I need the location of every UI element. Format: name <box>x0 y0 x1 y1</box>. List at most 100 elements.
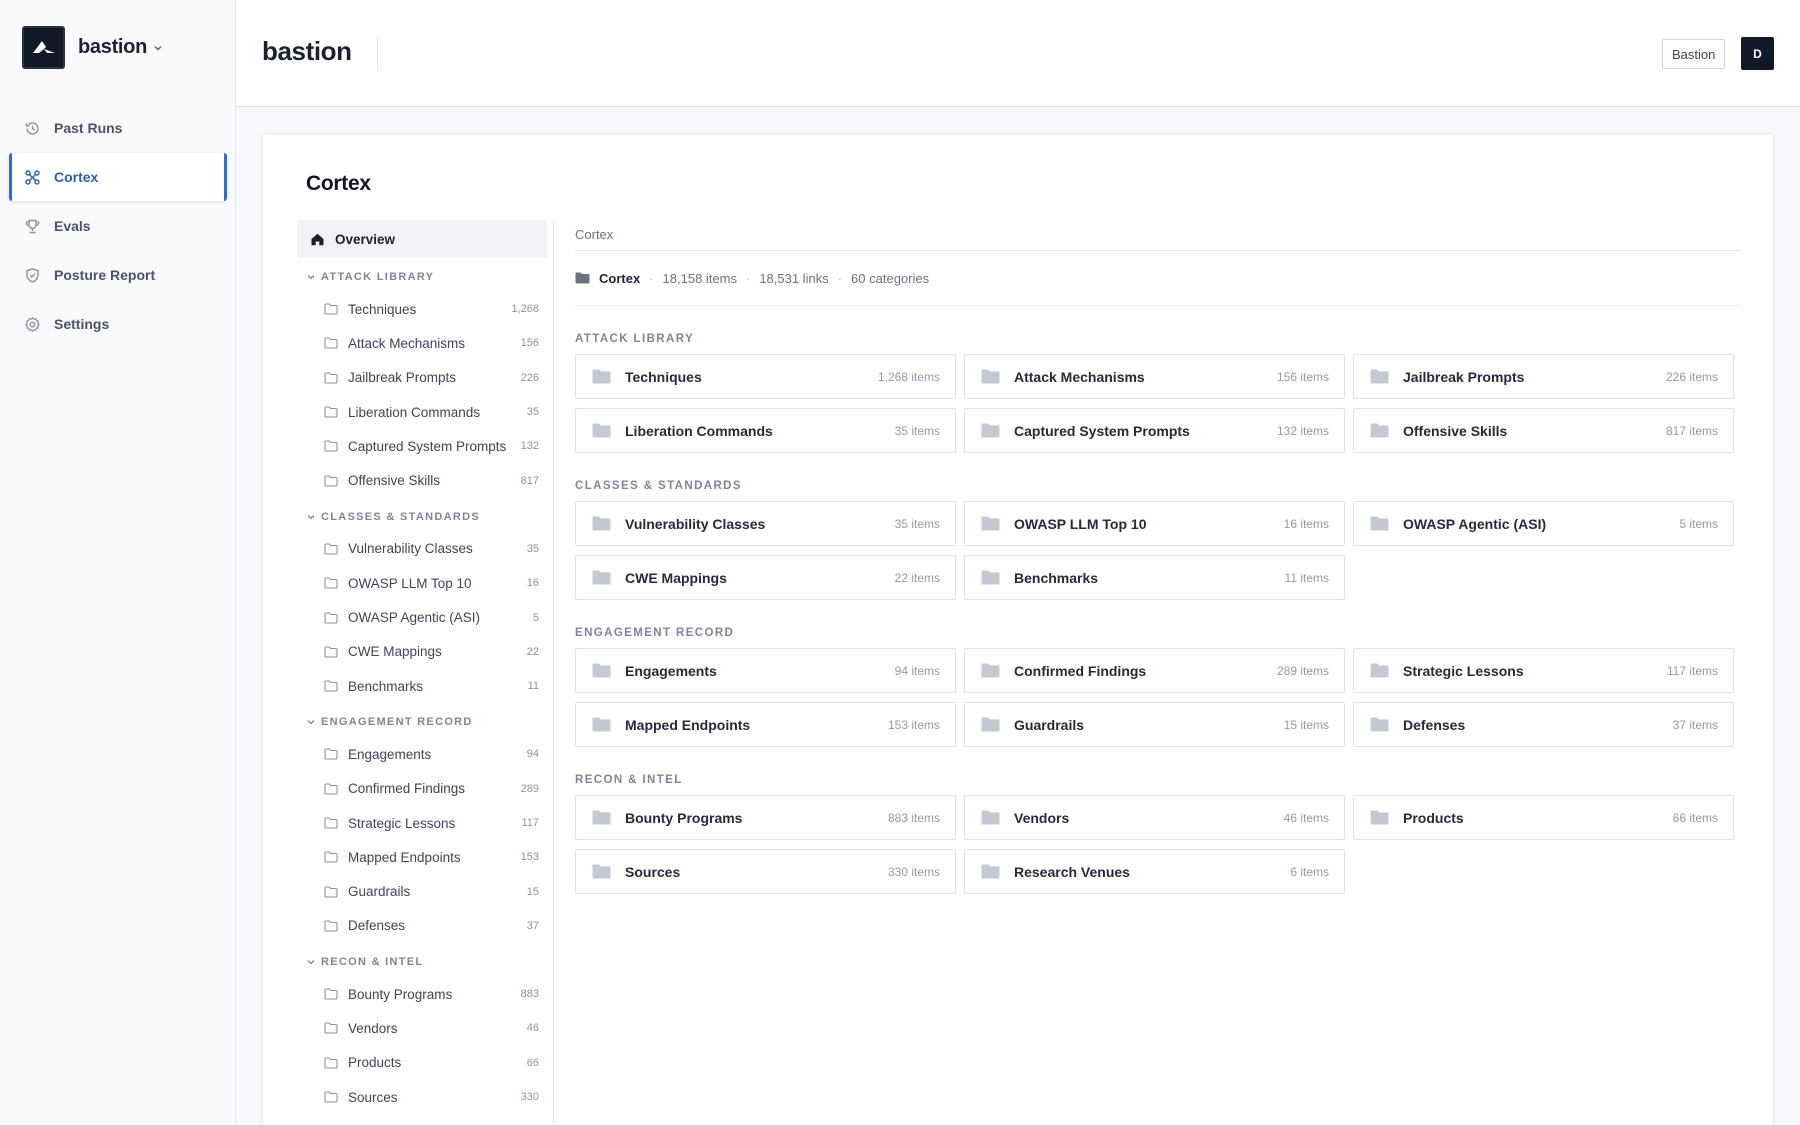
org-button[interactable]: Bastion <box>1662 39 1726 69</box>
stats-row: Cortex · 18,158 items · 18,531 links · 6… <box>575 251 1741 306</box>
category-tile[interactable]: Vendors 46 items <box>964 795 1345 840</box>
dot-separator: · <box>649 270 654 286</box>
category-tile[interactable]: Guardrails 15 items <box>964 702 1345 747</box>
tile-name: OWASP Agentic (ASI) <box>1403 515 1547 532</box>
category-tile[interactable]: Vulnerability Classes 35 items <box>575 501 956 546</box>
tree-overview[interactable]: Overview <box>297 220 547 258</box>
dot-separator: · <box>745 270 751 286</box>
category-tile[interactable]: Jailbreak Prompts 226 items <box>1353 354 1734 399</box>
folder-icon <box>1370 717 1389 732</box>
tree-item[interactable]: Captured System Prompts 132 <box>297 429 547 463</box>
app-sidebar: bastion Past Runs Cortex Evals Posture R… <box>0 0 236 1125</box>
category-tile[interactable]: Bounty Programs 883 items <box>575 795 956 840</box>
folder-icon <box>324 1091 338 1103</box>
tile-count: 16 items <box>1283 516 1329 531</box>
category-tile[interactable]: Sources 330 items <box>575 849 956 894</box>
tree-item[interactable]: Vulnerability Classes 35 <box>297 532 547 566</box>
tree-item[interactable]: Sources 330 <box>297 1080 547 1114</box>
tile-name: Engagements <box>625 662 717 679</box>
tree-item[interactable]: CWE Mappings 22 <box>297 635 547 669</box>
tree-item[interactable]: Offensive Skills 817 <box>297 463 547 497</box>
tree-section-header[interactable]: ATTACK LIBRARY <box>297 262 547 292</box>
tree-item[interactable]: Mapped Endpoints 153 <box>297 840 547 874</box>
folder-icon <box>324 611 338 624</box>
category-tile[interactable]: Engagements 94 items <box>575 648 956 693</box>
stats-categories: 60 categories <box>851 270 930 286</box>
category-tile[interactable]: Products 66 items <box>1353 795 1734 840</box>
graph-icon <box>22 167 42 187</box>
tree-item[interactable]: Products 66 <box>297 1046 547 1080</box>
category-tile[interactable]: Mapped Endpoints 153 items <box>575 702 956 747</box>
category-tile[interactable]: Strategic Lessons 117 items <box>1353 648 1734 693</box>
stats-items: 18,158 items <box>662 270 737 286</box>
tile-count: 226 items <box>1665 369 1718 384</box>
folder-icon <box>1370 516 1389 531</box>
folder-icon <box>1370 369 1389 384</box>
tree-item[interactable]: Guardrails 15 <box>297 874 547 908</box>
chevron-down-icon <box>306 957 316 967</box>
tile-name: Jailbreak Prompts <box>1403 368 1525 385</box>
category-tile[interactable]: Confirmed Findings 289 items <box>964 648 1345 693</box>
tile-name: Vendors <box>1014 809 1070 826</box>
avatar[interactable]: D <box>1741 37 1774 70</box>
tree-item[interactable]: Liberation Commands 35 <box>297 395 547 429</box>
shield-icon <box>22 265 42 285</box>
category-tile[interactable]: Research Venues 6 items <box>964 849 1345 894</box>
tree-item[interactable]: OWASP Agentic (ASI) 5 <box>297 600 547 634</box>
category-tile[interactable]: Liberation Commands 35 items <box>575 408 956 453</box>
category-tile[interactable]: Offensive Skills 817 items <box>1353 408 1734 453</box>
tree-item-count: 5 <box>532 611 539 624</box>
tree-item-count: 11 <box>527 680 539 693</box>
tree-item-label: Vulnerability Classes <box>348 541 473 557</box>
tree-section-header[interactable]: CLASSES & STANDARDS <box>297 502 547 532</box>
category-tile[interactable]: OWASP Agentic (ASI) 5 items <box>1353 501 1734 546</box>
tree-item-label: Benchmarks <box>348 678 424 694</box>
nav-item-posture-report[interactable]: Posture Report <box>9 251 227 299</box>
category-tile[interactable]: CWE Mappings 22 items <box>575 555 956 600</box>
tree-item-label: Defenses <box>348 918 406 934</box>
tree-item-label: Products <box>348 1055 402 1071</box>
tree-item[interactable]: Strategic Lessons 117 <box>297 806 547 840</box>
tree-item-count: 15 <box>526 885 539 898</box>
stats-links: 18,531 links <box>759 270 829 286</box>
category-tile[interactable]: Defenses 37 items <box>1353 702 1734 747</box>
tree-section-title: RECON & INTEL <box>321 956 424 969</box>
tree-section-header[interactable]: RECON & INTEL <box>297 947 547 977</box>
tile-count: 330 items <box>887 864 940 879</box>
category-tile[interactable]: Techniques 1,268 items <box>575 354 956 399</box>
tree-item-count: 22 <box>526 645 539 658</box>
tree-item[interactable]: Benchmarks 11 <box>297 669 547 703</box>
tree-item-count: 94 <box>526 748 539 761</box>
tree-item[interactable]: Confirmed Findings 289 <box>297 772 547 806</box>
nav-item-evals[interactable]: Evals <box>9 202 227 250</box>
tile-count: 817 items <box>1665 423 1718 438</box>
tree-item[interactable]: Engagements 94 <box>297 737 547 771</box>
category-tile[interactable]: Captured System Prompts 132 items <box>964 408 1345 453</box>
folder-icon <box>1370 423 1389 438</box>
tree-section-header[interactable]: ENGAGEMENT RECORD <box>297 707 547 737</box>
tree-item[interactable]: Techniques 1,268 <box>297 292 547 326</box>
workspace-switcher[interactable]: bastion <box>22 26 163 69</box>
nav-item-cortex[interactable]: Cortex <box>9 153 227 201</box>
folder-icon <box>1370 810 1389 825</box>
tree-item[interactable]: Defenses 37 <box>297 909 547 943</box>
tree-item[interactable]: Bounty Programs 883 <box>297 977 547 1011</box>
trophy-icon <box>22 216 42 236</box>
nav-item-past-runs[interactable]: Past Runs <box>9 104 227 152</box>
tree-item-label: Confirmed Findings <box>348 781 466 797</box>
category-tile[interactable]: Attack Mechanisms 156 items <box>964 354 1345 399</box>
tree-item[interactable]: Jailbreak Prompts 226 <box>297 361 547 395</box>
tree-item-count: 153 <box>520 851 539 864</box>
category-tile[interactable]: Benchmarks 11 items <box>964 555 1345 600</box>
brand-name: bastion <box>78 36 148 58</box>
tile-count: 35 items <box>894 423 940 438</box>
tree-item[interactable]: Vendors 46 <box>297 1011 547 1045</box>
tile-name: CWE Mappings <box>625 569 727 586</box>
tree-item[interactable]: OWASP LLM Top 10 16 <box>297 566 547 600</box>
tree-item-label: Vendors <box>348 1020 398 1036</box>
nav-label: Evals <box>54 218 91 234</box>
category-grid: Bounty Programs 883 items Vendors 46 items P… <box>575 795 1741 894</box>
nav-item-settings[interactable]: Settings <box>9 300 227 348</box>
tree-item[interactable]: Attack Mechanisms 156 <box>297 326 547 360</box>
category-tile[interactable]: OWASP LLM Top 10 16 items <box>964 501 1345 546</box>
